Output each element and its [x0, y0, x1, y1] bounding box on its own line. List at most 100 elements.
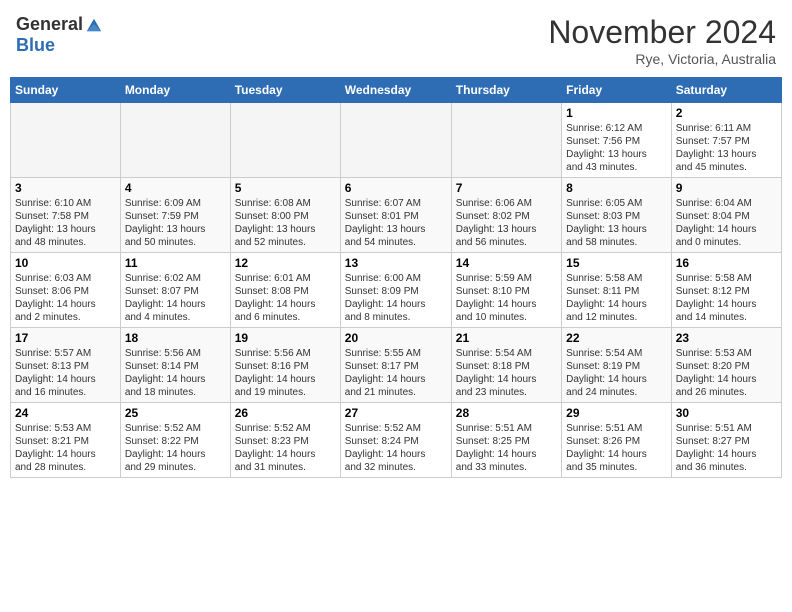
day-number: 3 — [15, 181, 116, 195]
day-info: Sunrise: 5:51 AM Sunset: 8:25 PM Dayligh… — [456, 422, 557, 474]
day-cell: 20 Sunrise: 5:55 AM Sunset: 8:17 PM Dayli… — [340, 328, 451, 403]
day-cell: 29Sunrise: 5:51 AM Sunset: 8:26 PM Dayli… — [562, 403, 672, 478]
day-cell: 19 Sunrise: 5:56 AM Sunset: 8:16 PM Dayli… — [230, 328, 340, 403]
day-number: 11 — [125, 256, 226, 270]
day-cell: 7 Sunrise: 6:06 AM Sunset: 8:02 PM Daylig… — [451, 178, 561, 253]
day-cell: 26Sunrise: 5:52 AM Sunset: 8:23 PM Dayli… — [230, 403, 340, 478]
day-cell: 10 Sunrise: 6:03 AM Sunset: 8:06 PM Dayli… — [11, 253, 121, 328]
day-info: Sunrise: 5:54 AM Sunset: 8:19 PM Dayligh… — [566, 347, 667, 399]
day-info: Sunrise: 6:02 AM Sunset: 8:07 PM Dayligh… — [125, 272, 226, 324]
location: Rye, Victoria, Australia — [548, 51, 776, 67]
month-title: November 2024 — [548, 14, 776, 51]
calendar: SundayMondayTuesdayWednesdayThursdayFrid… — [10, 77, 782, 478]
day-cell: 21 Sunrise: 5:54 AM Sunset: 8:18 PM Dayli… — [451, 328, 561, 403]
day-number: 30 — [676, 406, 777, 420]
day-cell: 2 Sunrise: 6:11 AM Sunset: 7:57 PM Daylig… — [671, 103, 781, 178]
day-cell: 16 Sunrise: 5:58 AM Sunset: 8:12 PM Dayli… — [671, 253, 781, 328]
day-cell: 3 Sunrise: 6:10 AM Sunset: 7:58 PM Daylig… — [11, 178, 121, 253]
week-row-5: 24Sunrise: 5:53 AM Sunset: 8:21 PM Dayli… — [11, 403, 782, 478]
day-number: 18 — [125, 331, 226, 345]
day-number: 28 — [456, 406, 557, 420]
day-cell — [230, 103, 340, 178]
day-number: 1 — [566, 106, 667, 120]
day-info: Sunrise: 6:08 AM Sunset: 8:00 PM Dayligh… — [235, 197, 336, 249]
day-cell: 25Sunrise: 5:52 AM Sunset: 8:22 PM Dayli… — [120, 403, 230, 478]
day-number: 8 — [566, 181, 667, 195]
day-cell — [340, 103, 451, 178]
day-info: Sunrise: 6:03 AM Sunset: 8:06 PM Dayligh… — [15, 272, 116, 324]
week-row-2: 3 Sunrise: 6:10 AM Sunset: 7:58 PM Daylig… — [11, 178, 782, 253]
day-number: 19 — [235, 331, 336, 345]
weekday-header-tuesday: Tuesday — [230, 78, 340, 103]
weekday-header-saturday: Saturday — [671, 78, 781, 103]
day-number: 9 — [676, 181, 777, 195]
day-number: 26 — [235, 406, 336, 420]
day-cell: 24Sunrise: 5:53 AM Sunset: 8:21 PM Dayli… — [11, 403, 121, 478]
day-number: 24 — [15, 406, 116, 420]
day-info: Sunrise: 5:58 AM Sunset: 8:12 PM Dayligh… — [676, 272, 777, 324]
day-cell: 11 Sunrise: 6:02 AM Sunset: 8:07 PM Dayli… — [120, 253, 230, 328]
day-number: 22 — [566, 331, 667, 345]
day-info: Sunrise: 6:04 AM Sunset: 8:04 PM Dayligh… — [676, 197, 777, 249]
day-number: 10 — [15, 256, 116, 270]
header: General Blue November 2024 Rye, Victoria… — [10, 10, 782, 71]
day-info: Sunrise: 6:10 AM Sunset: 7:58 PM Dayligh… — [15, 197, 116, 249]
day-info: Sunrise: 5:58 AM Sunset: 8:11 PM Dayligh… — [566, 272, 667, 324]
day-info: Sunrise: 6:07 AM Sunset: 8:01 PM Dayligh… — [345, 197, 447, 249]
logo-blue-text: Blue — [16, 35, 55, 56]
weekday-header-row: SundayMondayTuesdayWednesdayThursdayFrid… — [11, 78, 782, 103]
day-info: Sunrise: 5:57 AM Sunset: 8:13 PM Dayligh… — [15, 347, 116, 399]
day-info: Sunrise: 6:00 AM Sunset: 8:09 PM Dayligh… — [345, 272, 447, 324]
day-number: 4 — [125, 181, 226, 195]
day-cell: 8Sunrise: 6:05 AM Sunset: 8:03 PM Daylig… — [562, 178, 672, 253]
day-info: Sunrise: 5:51 AM Sunset: 8:26 PM Dayligh… — [566, 422, 667, 474]
day-info: Sunrise: 5:54 AM Sunset: 8:18 PM Dayligh… — [456, 347, 557, 399]
weekday-header-sunday: Sunday — [11, 78, 121, 103]
week-row-4: 17 Sunrise: 5:57 AM Sunset: 8:13 PM Dayli… — [11, 328, 782, 403]
day-cell — [120, 103, 230, 178]
day-info: Sunrise: 5:53 AM Sunset: 8:20 PM Dayligh… — [676, 347, 777, 399]
day-info: Sunrise: 5:52 AM Sunset: 8:22 PM Dayligh… — [125, 422, 226, 474]
day-cell: 18Sunrise: 5:56 AM Sunset: 8:14 PM Dayli… — [120, 328, 230, 403]
logo: General Blue — [16, 14, 103, 56]
day-number: 27 — [345, 406, 447, 420]
day-cell: 13 Sunrise: 6:00 AM Sunset: 8:09 PM Dayli… — [340, 253, 451, 328]
day-number: 6 — [345, 181, 447, 195]
day-number: 7 — [456, 181, 557, 195]
week-row-1: 1 Sunrise: 6:12 AM Sunset: 7:56 PM Daylig… — [11, 103, 782, 178]
day-cell: 27Sunrise: 5:52 AM Sunset: 8:24 PM Dayli… — [340, 403, 451, 478]
day-number: 23 — [676, 331, 777, 345]
day-cell: 30Sunrise: 5:51 AM Sunset: 8:27 PM Dayli… — [671, 403, 781, 478]
weekday-header-wednesday: Wednesday — [340, 78, 451, 103]
day-info: Sunrise: 6:11 AM Sunset: 7:57 PM Dayligh… — [676, 122, 777, 174]
day-number: 2 — [676, 106, 777, 120]
day-cell: 17 Sunrise: 5:57 AM Sunset: 8:13 PM Dayli… — [11, 328, 121, 403]
day-number: 17 — [15, 331, 116, 345]
day-info: Sunrise: 5:59 AM Sunset: 8:10 PM Dayligh… — [456, 272, 557, 324]
day-cell — [451, 103, 561, 178]
day-number: 14 — [456, 256, 557, 270]
day-number: 13 — [345, 256, 447, 270]
logo-general-text: General — [16, 14, 83, 35]
day-number: 20 — [345, 331, 447, 345]
day-cell — [11, 103, 121, 178]
day-number: 16 — [676, 256, 777, 270]
day-info: Sunrise: 6:12 AM Sunset: 7:56 PM Dayligh… — [566, 122, 667, 174]
weekday-header-friday: Friday — [562, 78, 672, 103]
day-number: 15 — [566, 256, 667, 270]
day-cell: 1 Sunrise: 6:12 AM Sunset: 7:56 PM Daylig… — [562, 103, 672, 178]
day-info: Sunrise: 5:56 AM Sunset: 8:16 PM Dayligh… — [235, 347, 336, 399]
weekday-header-monday: Monday — [120, 78, 230, 103]
day-info: Sunrise: 5:55 AM Sunset: 8:17 PM Dayligh… — [345, 347, 447, 399]
day-info: Sunrise: 6:06 AM Sunset: 8:02 PM Dayligh… — [456, 197, 557, 249]
day-cell: 5Sunrise: 6:08 AM Sunset: 8:00 PM Daylig… — [230, 178, 340, 253]
day-number: 12 — [235, 256, 336, 270]
day-cell: 15 Sunrise: 5:58 AM Sunset: 8:11 PM Dayli… — [562, 253, 672, 328]
day-cell: 4 Sunrise: 6:09 AM Sunset: 7:59 PM Daylig… — [120, 178, 230, 253]
day-info: Sunrise: 6:09 AM Sunset: 7:59 PM Dayligh… — [125, 197, 226, 249]
logo-icon — [85, 16, 103, 34]
day-cell: 22 Sunrise: 5:54 AM Sunset: 8:19 PM Dayli… — [562, 328, 672, 403]
day-number: 21 — [456, 331, 557, 345]
day-cell: 14 Sunrise: 5:59 AM Sunset: 8:10 PM Dayli… — [451, 253, 561, 328]
week-row-3: 10 Sunrise: 6:03 AM Sunset: 8:06 PM Dayli… — [11, 253, 782, 328]
